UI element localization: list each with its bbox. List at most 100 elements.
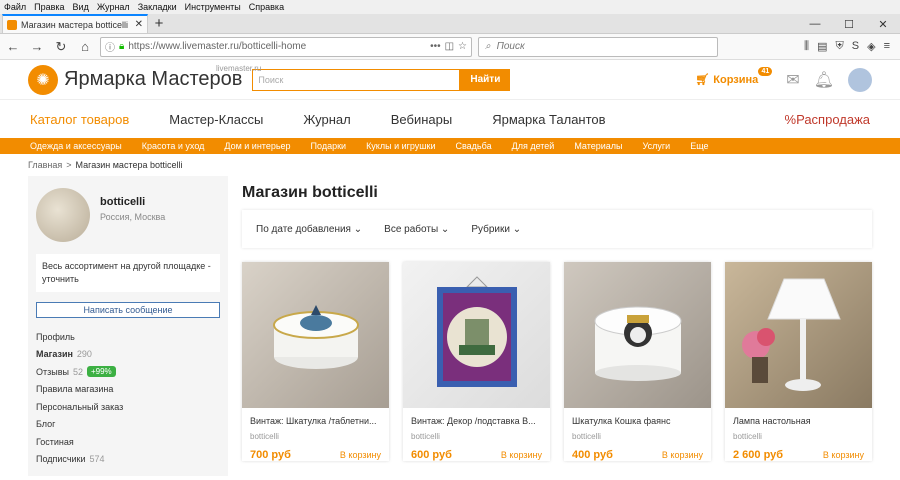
header-actions: 🛒︎ Корзина 41 ✉ 🔔︎ [695,67,872,92]
nav-masterclasses[interactable]: Мастер-Классы [169,112,263,127]
forward-icon[interactable]: → [28,38,46,56]
shop-menu-label: Отзывы [36,366,69,377]
product-title[interactable]: Лампа настольная [725,408,872,426]
write-message-button[interactable]: Написать сообщение [36,302,220,318]
sort-dropdown[interactable]: По дате добавления ⌄ [256,224,362,235]
close-window-icon[interactable]: ✕ [866,14,900,34]
nav-webinars[interactable]: Вебинары [391,112,452,127]
menu-help[interactable]: Справка [249,2,284,12]
browser-tab[interactable]: Магазин мастера botticelli (b... ✕ [2,14,148,33]
shop-avatar[interactable] [36,188,90,242]
add-to-cart-button[interactable]: В корзину [823,450,864,460]
mail-icon[interactable]: ✉ [786,70,799,90]
product-shop[interactable]: botticelli [564,426,711,441]
product-title[interactable]: Винтаж: Декор /подставка В... [403,408,550,426]
url-text[interactable]: https://www.livemaster.ru/botticelli-hom… [128,41,426,52]
category-item[interactable]: Дом и интерьер [224,141,290,151]
browser-search-field[interactable]: ⌕ Поиск [478,36,718,57]
menu-bookmarks[interactable]: Закладки [138,2,177,12]
menu-file[interactable]: Файл [4,2,26,12]
pocket-icon[interactable]: ◫ [445,41,454,52]
shop-menu-item[interactable]: Гостиная [36,433,220,451]
product-image[interactable] [564,262,711,408]
nav-talents[interactable]: Ярмарка Талантов [492,112,605,127]
rubrics-dropdown[interactable]: Рубрики ⌄ [471,224,521,235]
extension-icon[interactable]: ⛨ [836,40,844,53]
product-image[interactable] [403,262,550,408]
sort-label: По дате добавления [256,223,351,235]
cat-box-image [594,306,681,381]
category-item[interactable]: Для детей [512,141,555,151]
product-shop[interactable]: botticelli [242,426,389,441]
site-search-button[interactable]: Найти [460,68,511,91]
maximize-icon[interactable]: ☐ [832,14,866,34]
category-item[interactable]: Услуги [643,141,671,151]
add-to-cart-button[interactable]: В корзину [662,450,703,460]
browser-tools: ⫼ ▤ ⛨ S ◈ ≡ [804,40,896,53]
category-item[interactable]: Свадьба [456,141,492,151]
close-tab-icon[interactable]: ✕ [135,19,143,30]
home-icon[interactable]: ⌂ [76,38,94,56]
add-to-cart-button[interactable]: В корзину [340,450,381,460]
info-icon[interactable]: ⓘ [105,39,115,54]
cart-button[interactable]: 🛒︎ Корзина 41 [695,67,773,86]
shop-menu-item[interactable]: Отзывы 52 +99% [36,363,220,381]
shield-icon[interactable]: ◈ [867,40,875,53]
shop-menu-item[interactable]: Магазин 290 [36,346,220,364]
skype-icon[interactable]: S [852,40,859,53]
minimize-icon[interactable]: — [798,14,832,34]
breadcrumb-home[interactable]: Главная [28,160,62,170]
menu-view[interactable]: Вид [73,2,89,12]
category-item[interactable]: Еще [690,141,708,151]
shop-menu-item[interactable]: Персональный заказ [36,398,220,416]
site-logo[interactable]: ✺ Ярмарка Мастеров [28,64,242,95]
back-icon[interactable]: ← [4,38,22,56]
product-shop[interactable]: botticelli [403,426,550,441]
bell-icon[interactable]: 🔔︎ [814,70,834,90]
category-item[interactable]: Красота и уход [142,141,205,151]
library-icon[interactable]: ⫼ [804,40,809,53]
product-title[interactable]: Винтаж: Шкатулка /таблетни... [242,408,389,426]
new-tab-button[interactable]: + [148,14,170,33]
reload-icon[interactable]: ↻ [52,38,70,56]
main-nav: Каталог товаров Мастер-Классы Журнал Веб… [0,100,900,138]
product-shop[interactable]: botticelli [725,426,872,441]
nav-catalog[interactable]: Каталог товаров [30,112,129,127]
shop-menu-item[interactable]: Блог [36,416,220,434]
menu-history[interactable]: Журнал [97,2,130,12]
category-item[interactable]: Одежда и аксессуары [30,141,122,151]
url-bar[interactable]: ⓘ 🔒︎ https://www.livemaster.ru/botticell… [100,36,472,57]
works-dropdown[interactable]: Все работы ⌄ [384,224,449,235]
menu-tools[interactable]: Инструменты [185,2,241,12]
shop-name[interactable]: botticelli [100,196,165,208]
product-image[interactable] [725,262,872,408]
product-card[interactable]: Шкатулка Кошка фаянс botticelli 400 руб В… [564,262,711,461]
category-item[interactable]: Куклы и игрушки [366,141,435,151]
site-header: ✺ Ярмарка Мастеров livemaster.ru Поиск Н… [0,60,900,100]
lock-icon[interactable]: 🔒︎ [119,41,124,52]
site-search-input[interactable]: Поиск [252,68,461,91]
product-image[interactable] [242,262,389,408]
product-card[interactable]: Лампа настольная botticelli 2 600 руб В к… [725,262,872,461]
user-avatar[interactable] [848,67,872,92]
add-to-cart-button[interactable]: В корзину [501,450,542,460]
nav-sale[interactable]: %Распродажа [785,112,870,127]
shop-menu-item[interactable]: Подписчики 574 [36,451,220,469]
shop-menu-item[interactable]: Профиль [36,328,220,346]
site-favicon-icon [7,19,17,30]
product-title[interactable]: Шкатулка Кошка фаянс [564,408,711,426]
shop-note: Весь ассортимент на другой площадке - ут… [36,254,220,292]
reader-icon[interactable]: ▤ [817,40,827,53]
product-card[interactable]: Винтаж: Декор /подставка В... botticelli… [403,262,550,461]
nav-journal[interactable]: Журнал [303,112,350,127]
menu-edit[interactable]: Правка [34,2,64,12]
shop-profile: botticelli Россия, Москва [36,188,220,242]
shop-sidebar: botticelli Россия, Москва Весь ассортиме… [28,176,228,476]
page-actions-icon[interactable]: ••• [430,41,441,52]
shop-menu-item[interactable]: Правила магазина [36,381,220,399]
category-item[interactable]: Подарки [311,141,347,151]
bookmark-star-icon[interactable]: ☆ [458,41,467,52]
product-card[interactable]: Винтаж: Шкатулка /таблетни... botticelli… [242,262,389,461]
category-item[interactable]: Материалы [574,141,622,151]
hamburger-menu-icon[interactable]: ≡ [884,40,890,53]
